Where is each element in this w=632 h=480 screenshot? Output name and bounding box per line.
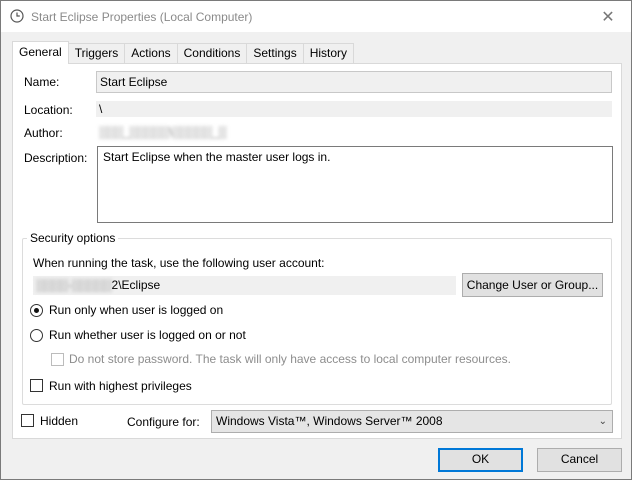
title-bar: Start Eclipse Properties (Local Computer… [1,1,631,32]
user-account-domain: ▒▒▒▒-▒▒▒▒▒ [36,278,112,292]
configure-for-value: Windows Vista™, Windows Server™ 2008 [216,414,443,428]
close-button[interactable]: ✕ [585,1,631,32]
general-tab-panel: Name: Start Eclipse Location: \ Author: … [12,63,622,439]
tab-actions[interactable]: Actions [124,43,178,64]
task-scheduler-clock-icon [10,9,24,23]
account-prompt: When running the task, use the following… [33,256,325,270]
run-logged-on-label[interactable]: Run only when user is logged on [49,303,223,317]
author-value: ▒▒▒_▒▒▒▒▒\▒▒▒▒▒_▒ [99,125,227,139]
location-label: Location: [24,103,73,117]
highest-privileges-checkbox[interactable] [30,379,43,392]
highest-privileges-label[interactable]: Run with highest privileges [49,379,192,393]
cancel-button[interactable]: Cancel [537,448,622,472]
hidden-checkbox[interactable] [21,414,34,427]
tab-conditions[interactable]: Conditions [176,43,248,64]
tab-settings[interactable]: Settings [246,43,304,64]
configure-for-dropdown[interactable]: Windows Vista™, Windows Server™ 2008 ⌄ [211,410,613,433]
name-label: Name: [24,75,60,89]
ok-button[interactable]: OK [438,448,523,472]
hidden-label[interactable]: Hidden [40,414,78,428]
close-icon: ✕ [601,8,615,26]
change-user-button[interactable]: Change User or Group... [462,273,603,297]
security-options-title: Security options [27,231,119,245]
user-account-field: ▒▒▒▒-▒▒▒▒▒2\Eclipse [33,276,456,295]
author-label: Author: [24,126,63,140]
user-account-name: 2\Eclipse [111,278,161,292]
name-field[interactable]: Start Eclipse [96,71,612,93]
description-textarea[interactable]: Start Eclipse when the master user logs … [97,146,613,223]
run-logged-on-radio[interactable] [30,304,43,317]
run-whether-radio[interactable] [30,329,43,342]
tab-strip: General Triggers Actions Conditions Sett… [12,41,355,64]
tab-triggers[interactable]: Triggers [67,43,126,64]
tab-general[interactable]: General [12,41,69,64]
tab-history[interactable]: History [302,43,355,64]
description-label: Description: [24,151,88,165]
task-properties-window: Start Eclipse Properties (Local Computer… [0,0,632,480]
run-whether-label[interactable]: Run whether user is logged on or not [49,328,246,342]
location-value: \ [96,101,612,117]
window-title: Start Eclipse Properties (Local Computer… [31,10,253,24]
configure-for-label: Configure for: [127,415,200,429]
no-store-password-label: Do not store password. The task will onl… [69,352,511,366]
chevron-down-icon: ⌄ [598,416,607,427]
no-store-password-checkbox[interactable] [51,353,64,366]
